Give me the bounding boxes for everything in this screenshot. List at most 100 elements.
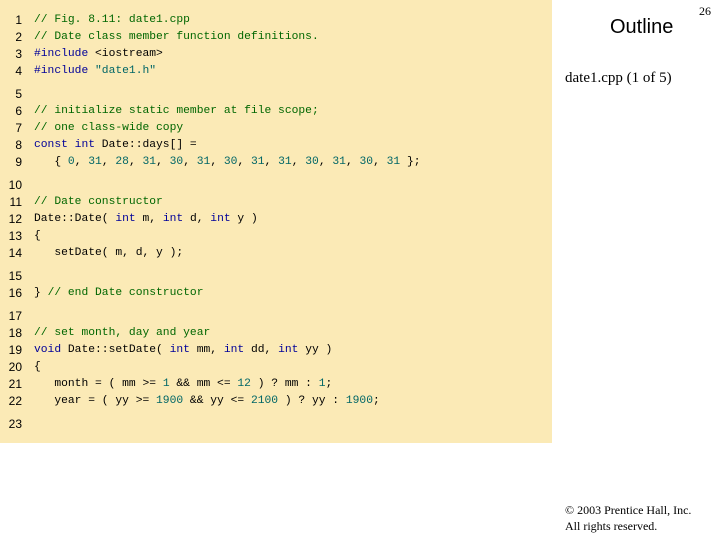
code-token: 1900 — [156, 395, 184, 407]
code-text: month = ( mm >= 1 && mm <= 12 ) ? mm : 1… — [34, 376, 332, 393]
code-line: 4 #include "date1.h" — [0, 63, 552, 80]
code-token: ) ? mm : — [250, 378, 319, 390]
code-token: 2100 — [250, 395, 279, 407]
code-line: 15 — [0, 268, 552, 285]
code-text: // set month, day and year — [34, 325, 210, 342]
code-line: 22 year = ( yy >= 1900 && yy <= 2100 ) ?… — [0, 393, 552, 410]
code-token: d, — [183, 213, 211, 225]
code-token: 12 — [237, 378, 251, 390]
code-text: setDate( m, d, y ); — [34, 245, 183, 262]
code-token: dd, — [244, 344, 279, 356]
code-token: , — [101, 156, 116, 168]
code-text: // Date constructor — [34, 194, 163, 211]
code-token: 31 — [386, 156, 401, 168]
code-token: , — [210, 156, 224, 168]
code-line: 20 { — [0, 359, 552, 376]
code-line: 13 { — [0, 228, 552, 245]
code-token: // end Date constructor — [47, 287, 204, 299]
line-number: 19 — [8, 343, 22, 357]
code-line: 8 const int Date::days[] = — [0, 137, 552, 154]
code-token: 30 — [305, 156, 319, 168]
line-number: 16 — [8, 286, 22, 300]
line-number: 2 — [15, 30, 22, 44]
code-token: , — [291, 156, 306, 168]
line-number: 1 — [15, 13, 22, 27]
line-number: 18 — [8, 326, 22, 340]
line-number: 8 — [15, 138, 22, 152]
code-token: int — [210, 213, 231, 225]
code-token: #include — [34, 48, 89, 60]
code-line: 2 // Date class member function definitio… — [0, 29, 552, 46]
code-token: , — [237, 156, 251, 168]
code-token: Date::Date( — [34, 213, 116, 225]
code-token: 0 — [67, 156, 75, 168]
code-line: 18 // set month, day and year — [0, 325, 552, 342]
code-token: 31 — [332, 156, 346, 168]
code-line: 5 — [0, 86, 552, 103]
code-line: 19 void Date::setDate( int mm, int dd, in… — [0, 342, 552, 359]
code-token: yy ) — [298, 344, 333, 356]
file-subtitle: date1.cpp (1 of 5) — [565, 70, 672, 86]
code-token: 1 — [318, 378, 326, 390]
code-text: Date::Date( int m, int d, int y ) — [34, 211, 258, 228]
line-number: 3 — [15, 47, 22, 61]
code-text: { 0, 31, 28, 31, 30, 31, 30, 31, 31, 30,… — [34, 154, 420, 171]
code-text: #include "date1.h" — [34, 63, 156, 80]
outline-title[interactable]: Outline — [610, 16, 673, 39]
code-token: ; — [325, 378, 333, 390]
code-token: , — [373, 156, 387, 168]
copyright-notice: © 2003 Prentice Hall, Inc. All rights re… — [565, 502, 691, 534]
code-token: int — [278, 344, 299, 356]
code-line: 14 setDate( m, d, y ); — [0, 245, 552, 262]
code-token: month = ( mm >= — [34, 378, 163, 390]
code-token: const int — [34, 139, 96, 151]
copyright-line-1: © 2003 Prentice Hall, Inc. — [565, 503, 692, 517]
code-token: year = ( yy >= — [34, 395, 157, 407]
line-number: 17 — [8, 309, 22, 323]
code-token: , — [345, 156, 360, 168]
code-token: int — [169, 344, 190, 356]
code-token: void — [34, 344, 62, 356]
code-token: && yy <= — [183, 395, 251, 407]
code-text: } // end Date constructor — [34, 285, 204, 302]
code-panel: 1 // Fig. 8.11: date1.cpp 2 // Date class m… — [0, 0, 552, 443]
code-token: 31 — [142, 156, 157, 168]
line-number: 9 — [15, 155, 22, 169]
code-line: 16 } // end Date constructor — [0, 285, 552, 302]
code-token: , — [74, 156, 89, 168]
code-text: #include <iostream> — [34, 46, 163, 63]
code-token: 1900 — [345, 395, 373, 407]
code-token: , — [128, 156, 143, 168]
line-number: 14 — [8, 246, 22, 260]
code-token: setDate( m, d, y ); — [34, 247, 184, 259]
code-token: // Date class member function definition… — [34, 31, 319, 43]
code-text: const int Date::days[] = — [34, 137, 197, 154]
line-number: 11 — [9, 195, 22, 209]
code-token: , — [156, 156, 170, 168]
code-line: 1 // Fig. 8.11: date1.cpp — [0, 12, 552, 29]
page-number: 26 — [699, 4, 711, 18]
code-token: , — [318, 156, 333, 168]
line-number: 22 — [8, 394, 22, 408]
code-token: ; — [373, 395, 380, 407]
line-number: 6 — [15, 104, 22, 118]
code-text: { — [34, 228, 41, 245]
code-token: 31 — [88, 156, 102, 168]
code-token: // one class-wide copy — [34, 122, 184, 134]
code-token: "date1.h" — [88, 65, 157, 77]
code-text: // Date class member function definition… — [34, 29, 319, 46]
copyright-line-2: All rights reserved. — [565, 519, 658, 533]
code-text: // initialize static member at file scop… — [34, 103, 319, 120]
code-token: && mm <= — [169, 378, 238, 390]
code-token: // initialize static member at file scop… — [34, 105, 319, 117]
code-line: 6 // initialize static member at file sco… — [0, 103, 552, 120]
code-token: 31 — [278, 156, 292, 168]
code-token: m, — [135, 213, 163, 225]
code-text: // one class-wide copy — [34, 120, 183, 137]
code-line: 17 — [0, 308, 552, 325]
line-number: 5 — [15, 87, 22, 101]
line-number: 21 — [8, 377, 22, 391]
code-token: 30 — [359, 156, 374, 168]
code-token: 31 — [251, 156, 265, 168]
line-number: 12 — [8, 212, 22, 226]
